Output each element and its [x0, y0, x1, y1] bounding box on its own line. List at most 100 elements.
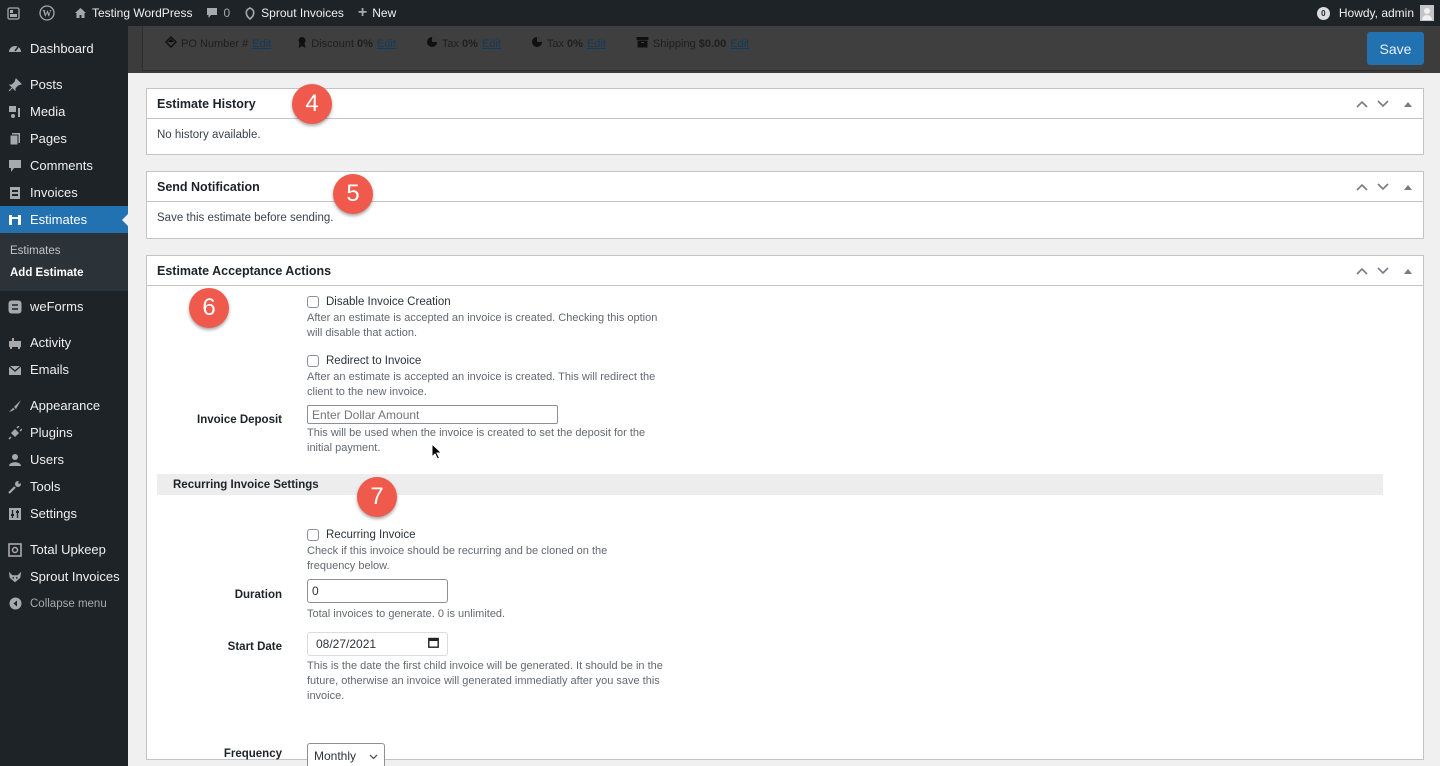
sidebar-item-pages[interactable]: Pages — [0, 125, 128, 152]
invoice-deposit-description: This will be used when the invoice is cr… — [307, 427, 646, 454]
award-icon — [297, 36, 307, 52]
move-up-icon[interactable] — [1354, 264, 1369, 279]
collapse-menu-button[interactable]: Collapse menu — [0, 590, 128, 617]
sprout-invoices-link[interactable]: Sprout Invoices — [237, 0, 351, 26]
tax-label: Tax — [441, 37, 460, 50]
notifications-count[interactable]: 0 — [1316, 6, 1330, 20]
move-down-icon[interactable] — [1375, 97, 1390, 112]
history-text: No history available. — [157, 129, 261, 141]
toggle-panel-icon[interactable] — [1400, 97, 1415, 112]
sidebar-item-appearance[interactable]: Appearance — [0, 392, 128, 419]
panel-title: Estimate History — [157, 96, 256, 111]
calendar-icon[interactable] — [428, 637, 439, 651]
discount-label: Discount — [311, 38, 355, 50]
disable-invoice-checkbox[interactable] — [307, 296, 319, 308]
callout-badge-7: 7 — [357, 477, 397, 517]
chevron-down-icon — [369, 749, 378, 763]
invoice-deposit-input[interactable] — [307, 405, 558, 424]
sidebar-item-plugins[interactable]: Plugins — [0, 419, 128, 446]
redirect-invoice-label[interactable]: Redirect to Invoice — [326, 355, 421, 367]
tax-edit-link[interactable]: Edit — [587, 38, 606, 50]
new-label: New — [372, 6, 397, 20]
settings-icon — [8, 507, 22, 521]
sidebar-item-settings[interactable]: Settings — [0, 500, 128, 527]
site-name: Testing WordPress — [92, 6, 193, 20]
sidebar-item-estimates[interactable]: Estimates — [0, 206, 128, 233]
recurring-invoice-label[interactable]: Recurring Invoice — [326, 529, 415, 541]
sidebar-item-tools[interactable]: Tools — [0, 473, 128, 500]
disable-invoice-label[interactable]: Disable Invoice Creation — [326, 296, 451, 308]
site-name-link[interactable]: Testing WordPress — [67, 0, 199, 26]
menu-toggle-icon — [7, 6, 20, 20]
start-date-label: Start Date — [227, 641, 282, 653]
email-icon — [8, 363, 22, 377]
panel-header[interactable]: Estimate History — [147, 89, 1423, 119]
recurring-invoice-description: Check if this invoice should be recurrin… — [307, 545, 608, 572]
save-button[interactable]: Save — [1367, 32, 1424, 65]
callout-badge-4: 4 — [292, 84, 332, 124]
sidebar-item-invoices[interactable]: Invoices — [0, 179, 128, 206]
leaf-icon — [244, 6, 256, 20]
shipping-field: Shipping $0.00 Edit — [636, 36, 749, 51]
plus-icon: + — [357, 4, 368, 21]
disable-invoice-row: Disable Invoice Creation After an estima… — [307, 294, 667, 341]
comments-link[interactable]: 0 — [199, 0, 237, 26]
toggle-panel-icon[interactable] — [1400, 264, 1415, 279]
sidebar-item-emails[interactable]: Emails — [0, 356, 128, 383]
pages-icon — [8, 132, 22, 146]
sidebar-item-comments[interactable]: Comments — [0, 152, 128, 179]
comment-icon — [206, 7, 218, 19]
dashboard-icon — [8, 42, 22, 56]
user-icon — [8, 453, 22, 467]
sidebar-item-dashboard[interactable]: Dashboard — [0, 35, 128, 62]
sidebar-item-label: Total Upkeep — [30, 542, 106, 557]
estimate-meta-bar: PO Number # Edit Discount 0% Edit Tax 0%… — [142, 26, 1422, 71]
sidebar-item-posts[interactable]: Posts — [0, 71, 128, 98]
recurring-invoice-checkbox[interactable] — [307, 529, 319, 541]
po-number-edit-link[interactable]: Edit — [252, 38, 271, 50]
sidebar-toggle[interactable] — [0, 0, 32, 26]
duration-input[interactable]: 0 — [307, 579, 448, 603]
shipping-value: $0.00 — [698, 37, 727, 50]
submenu-item-add-estimate[interactable]: Add Estimate — [0, 262, 128, 284]
new-content-link[interactable]: + New — [351, 0, 403, 26]
frequency-select[interactable]: Monthly — [307, 743, 385, 766]
comments-count: 0 — [223, 6, 231, 20]
redirect-invoice-row: Redirect to Invoice After an estimate is… — [307, 353, 667, 400]
start-date-value: 08/27/2021 — [316, 637, 377, 651]
callout-badge-6: 6 — [189, 288, 229, 328]
sidebar-item-label: Dashboard — [30, 41, 94, 56]
start-date-input[interactable]: 08/27/2021 — [307, 632, 448, 656]
redirect-invoice-checkbox[interactable] — [307, 355, 319, 367]
weforms-icon — [8, 300, 22, 314]
sidebar-item-media[interactable]: Media — [0, 98, 128, 125]
plug-icon — [8, 425, 22, 440]
sidebar-item-sprout-invoices[interactable]: Sprout Invoices — [0, 563, 128, 590]
fox-icon — [8, 570, 22, 584]
shipping-edit-link[interactable]: Edit — [730, 38, 749, 50]
sidebar-item-label: Media — [30, 104, 66, 119]
frequency-value: Monthly — [314, 748, 357, 763]
move-down-icon[interactable] — [1375, 180, 1390, 195]
wordpress-logo[interactable]: W — [32, 0, 67, 26]
discount-edit-link[interactable]: Edit — [377, 38, 396, 50]
tax-edit-link[interactable]: Edit — [482, 38, 501, 50]
panel-header[interactable]: Estimate Acceptance Actions — [147, 256, 1423, 286]
brush-icon — [8, 399, 22, 413]
sidebar-item-weforms[interactable]: weForms — [0, 293, 128, 320]
submenu-item-estimates[interactable]: Estimates — [0, 240, 128, 262]
howdy-greeting[interactable]: Howdy, admin — [1339, 6, 1414, 20]
start-date-row: 08/27/2021 This is the date the first ch… — [307, 632, 667, 704]
sidebar-item-total-upkeep[interactable]: Total Upkeep — [0, 536, 128, 563]
avatar[interactable] — [1420, 5, 1434, 21]
po-number-field: PO Number # Edit — [164, 35, 271, 51]
sidebar-item-users[interactable]: Users — [0, 446, 128, 473]
pin-icon — [8, 77, 22, 92]
activity-icon — [8, 336, 22, 350]
sidebar-item-activity[interactable]: Activity — [0, 329, 128, 356]
move-up-icon[interactable] — [1354, 180, 1369, 195]
move-up-icon[interactable] — [1354, 97, 1369, 112]
tax-field-1: Tax 0% Edit — [426, 36, 501, 51]
toggle-panel-icon[interactable] — [1400, 180, 1415, 195]
move-down-icon[interactable] — [1375, 264, 1390, 279]
